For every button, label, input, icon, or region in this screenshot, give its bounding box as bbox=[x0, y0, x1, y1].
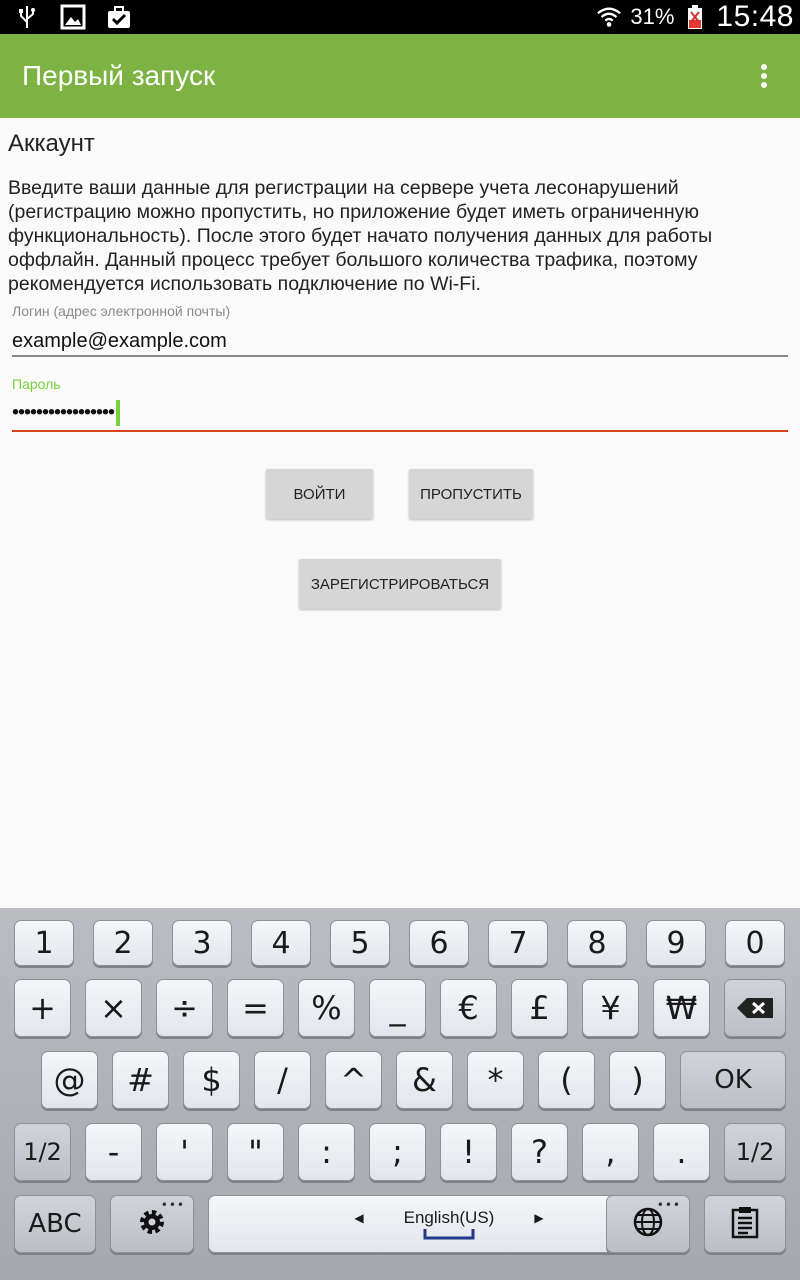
battery-icon bbox=[682, 4, 708, 30]
key-page-toggle-left[interactable]: 1/2 bbox=[14, 1123, 71, 1181]
key-minus[interactable]: - bbox=[85, 1123, 142, 1181]
key-caret[interactable]: ^ bbox=[325, 1051, 382, 1109]
key-7[interactable]: 7 bbox=[488, 920, 548, 966]
language-key[interactable]: ••• bbox=[606, 1195, 690, 1253]
description-text: Введите ваши данные для регистрации на с… bbox=[8, 177, 713, 295]
login-input[interactable]: example@example.com bbox=[12, 330, 227, 353]
language-right-icon: ▶ bbox=[534, 1211, 544, 1225]
text-cursor bbox=[116, 400, 121, 426]
app-bar: Первый запуск bbox=[0, 34, 800, 118]
key-2[interactable]: 2 bbox=[93, 920, 153, 966]
key-euro[interactable]: € bbox=[440, 979, 497, 1037]
clock: 15:48 bbox=[716, 0, 794, 33]
backspace-icon[interactable] bbox=[724, 979, 786, 1037]
register-button[interactable]: ЗАРЕГИСТРИРОВАТЬСЯ bbox=[299, 559, 501, 609]
key-exclamation[interactable]: ! bbox=[440, 1123, 497, 1181]
key-1[interactable]: 1 bbox=[14, 920, 74, 966]
login-underline bbox=[12, 355, 788, 357]
password-input[interactable]: ••••••••••••••••• bbox=[12, 400, 121, 426]
wifi-icon bbox=[596, 4, 622, 30]
key-comma[interactable]: , bbox=[582, 1123, 639, 1181]
language-label: English(US) bbox=[403, 1208, 495, 1227]
key-hash[interactable]: # bbox=[112, 1051, 169, 1109]
ok-key[interactable]: OK bbox=[680, 1051, 786, 1109]
briefcase-icon bbox=[106, 4, 132, 30]
key-5[interactable]: 5 bbox=[330, 920, 390, 966]
password-underline bbox=[12, 430, 788, 432]
key-9[interactable]: 9 bbox=[646, 920, 706, 966]
login-label: Логин (адрес электронной почты) bbox=[12, 303, 231, 319]
key-page-toggle-right[interactable]: 1/2 bbox=[724, 1123, 786, 1181]
key-8[interactable]: 8 bbox=[567, 920, 627, 966]
key-open-paren[interactable]: ( bbox=[538, 1051, 595, 1109]
status-bar: 31% 15:48 bbox=[0, 0, 800, 34]
key-slash[interactable]: / bbox=[254, 1051, 311, 1109]
key-equals[interactable]: = bbox=[227, 979, 284, 1037]
key-quote[interactable]: " bbox=[227, 1123, 284, 1181]
key-at[interactable]: @ bbox=[41, 1051, 98, 1109]
abc-key[interactable]: ABC bbox=[14, 1195, 96, 1253]
key-close-paren[interactable]: ) bbox=[609, 1051, 666, 1109]
key-period[interactable]: . bbox=[653, 1123, 710, 1181]
usb-icon bbox=[14, 4, 40, 30]
image-icon bbox=[60, 4, 86, 30]
keyboard: 1 2 3 4 5 6 7 8 9 0 + × ÷ = % _ € £ ¥ ₩ … bbox=[0, 908, 800, 1280]
key-apostrophe[interactable]: ' bbox=[156, 1123, 213, 1181]
key-yen[interactable]: ¥ bbox=[582, 979, 639, 1037]
key-divide[interactable]: ÷ bbox=[156, 979, 213, 1037]
key-colon[interactable]: : bbox=[298, 1123, 355, 1181]
key-4[interactable]: 4 bbox=[251, 920, 311, 966]
key-ampersand[interactable]: & bbox=[396, 1051, 453, 1109]
key-asterisk[interactable]: * bbox=[467, 1051, 524, 1109]
key-underscore[interactable]: _ bbox=[369, 979, 426, 1037]
skip-button[interactable]: ПРОПУСТИТЬ bbox=[409, 469, 533, 519]
key-0[interactable]: 0 bbox=[725, 920, 785, 966]
key-dollar[interactable]: $ bbox=[183, 1051, 240, 1109]
settings-key[interactable]: ••• bbox=[110, 1195, 194, 1253]
space-icon bbox=[423, 1229, 475, 1240]
more-vert-icon[interactable] bbox=[754, 58, 774, 94]
key-3[interactable]: 3 bbox=[172, 920, 232, 966]
password-value: ••••••••••••••••• bbox=[12, 401, 115, 424]
password-label: Пароль bbox=[12, 376, 61, 392]
section-title: Аккаунт bbox=[8, 130, 95, 157]
key-won[interactable]: ₩ bbox=[653, 979, 710, 1037]
key-plus[interactable]: + bbox=[14, 979, 71, 1037]
language-left-icon: ◀ bbox=[354, 1211, 364, 1225]
key-semicolon[interactable]: ; bbox=[369, 1123, 426, 1181]
clipboard-key[interactable] bbox=[704, 1195, 786, 1253]
app-bar-title: Первый запуск bbox=[22, 60, 216, 91]
key-question[interactable]: ? bbox=[511, 1123, 568, 1181]
battery-percent: 31% bbox=[630, 4, 675, 29]
key-pound[interactable]: £ bbox=[511, 979, 568, 1037]
clipboard-icon bbox=[730, 1205, 760, 1243]
key-multiply[interactable]: × bbox=[85, 979, 142, 1037]
key-6[interactable]: 6 bbox=[409, 920, 469, 966]
key-percent[interactable]: % bbox=[298, 979, 355, 1037]
login-button[interactable]: ВОЙТИ bbox=[266, 469, 373, 519]
